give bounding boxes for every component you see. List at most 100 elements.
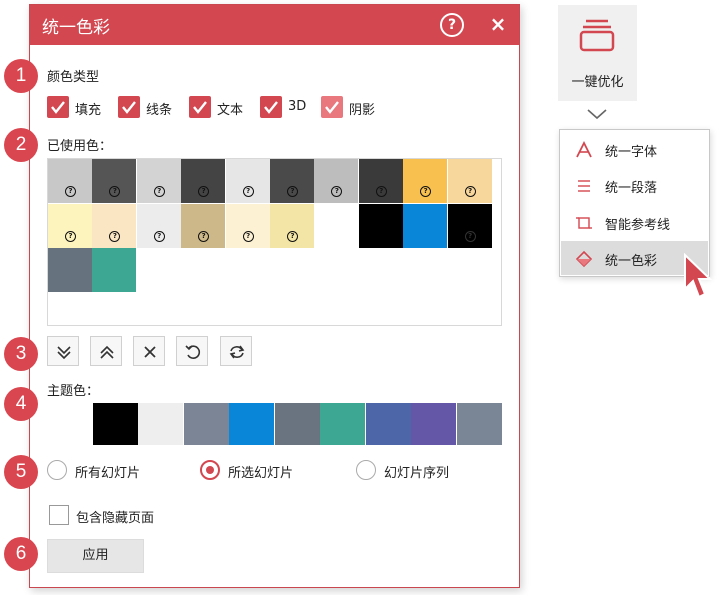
used-color-swatch[interactable]: [403, 203, 448, 248]
used-color-swatch[interactable]: [358, 203, 403, 248]
checkbox-box[interactable]: [321, 96, 343, 118]
used-color-swatch[interactable]: ?: [136, 159, 181, 203]
font-a-icon: [576, 141, 592, 158]
menu-item-label: 统一字体: [605, 145, 658, 160]
guides-icon: [576, 217, 592, 229]
unknown-mark-icon: ?: [109, 230, 121, 242]
checkbox-box[interactable]: [260, 96, 282, 118]
color-diamond-icon: [575, 250, 593, 268]
unknown-mark-icon: ?: [464, 230, 476, 242]
theme-color-swatch[interactable]: [229, 403, 274, 445]
apply-button[interactable]: 应用: [47, 539, 144, 573]
used-color-swatch[interactable]: ?: [447, 203, 492, 248]
used-color-swatch[interactable]: ?: [225, 203, 270, 248]
checkmark-icon: [122, 101, 136, 114]
used-color-swatch[interactable]: ?: [48, 203, 92, 248]
unknown-mark-icon: ?: [375, 186, 387, 197]
undo-icon: [185, 345, 201, 359]
unknown-mark-icon: ?: [65, 230, 76, 242]
unknown-mark-icon: ?: [153, 230, 165, 242]
radio-circle[interactable]: [356, 460, 376, 480]
used-color-swatch[interactable]: [314, 203, 359, 248]
refresh-button[interactable]: [220, 336, 252, 366]
radio-label: 幻灯片序列: [384, 466, 450, 481]
menu-item-label: 统一色彩: [605, 254, 658, 269]
step-marker-3: 3: [4, 337, 38, 371]
used-color-swatch[interactable]: ?: [358, 159, 403, 203]
radio-circle[interactable]: [200, 460, 220, 480]
chevron-down-icon[interactable]: [586, 108, 608, 120]
checkmark-icon: [325, 101, 339, 114]
double-chevron-up-icon: [100, 345, 114, 359]
move-down-button[interactable]: [47, 336, 79, 366]
mouse-cursor-icon: [684, 253, 713, 299]
used-color-swatch[interactable]: ?: [48, 159, 92, 203]
used-color-swatch[interactable]: [92, 248, 137, 292]
used-color-swatch[interactable]: ?: [92, 159, 137, 203]
dialog-title: 统一色彩: [42, 18, 110, 38]
unknown-mark-icon: ?: [242, 186, 254, 197]
step-marker-1: 1: [4, 59, 38, 93]
theme-color-swatch[interactable]: [365, 403, 411, 445]
theme-color-swatch[interactable]: [411, 403, 456, 445]
theme-colors-row: [47, 403, 502, 445]
used-color-swatch[interactable]: ?: [181, 203, 226, 248]
menu-item[interactable]: 智能参考线: [561, 205, 708, 239]
unknown-mark-icon: ?: [420, 186, 432, 197]
used-colors-grid: ?????????????????: [47, 158, 502, 326]
layers-icon: [579, 19, 615, 52]
menu-item-label: 统一段落: [605, 181, 658, 196]
checkbox-box[interactable]: [189, 96, 211, 118]
checkbox-label: 阴影: [349, 103, 376, 118]
theme-color-swatch[interactable]: [183, 403, 229, 445]
menu-item[interactable]: 统一字体: [561, 132, 708, 166]
theme-colors-label: 主题色：: [47, 384, 100, 399]
menu-item[interactable]: 统一段落: [561, 168, 708, 202]
used-color-swatch[interactable]: ?: [225, 159, 270, 203]
checkbox-box[interactable]: [118, 96, 140, 118]
one-click-optimize-button[interactable]: 一键优化: [558, 5, 637, 101]
radio-label: 所选幻灯片: [228, 466, 294, 481]
used-color-swatch[interactable]: ?: [314, 159, 359, 203]
theme-color-swatch[interactable]: [138, 403, 183, 445]
used-color-swatch[interactable]: ?: [403, 159, 448, 203]
unknown-mark-icon: ?: [109, 186, 121, 197]
radio-circle[interactable]: [47, 460, 67, 480]
theme-color-swatch[interactable]: [92, 403, 138, 445]
undo-button[interactable]: [176, 336, 208, 366]
close-icon[interactable]: ×: [486, 11, 510, 37]
unknown-mark-icon: ?: [287, 230, 298, 242]
checkmark-icon: [264, 101, 278, 114]
checkbox-label: 填充: [75, 103, 102, 118]
step-marker-4: 4: [4, 387, 38, 421]
theme-color-swatch[interactable]: [320, 403, 365, 445]
theme-color-swatch[interactable]: [274, 403, 320, 445]
used-colors-label: 已使用色：: [47, 139, 113, 154]
include-hidden-checkbox[interactable]: [49, 505, 69, 525]
step-marker-5: 5: [4, 455, 38, 489]
unknown-mark-icon: ?: [198, 230, 210, 242]
ribbon-button-label: 一键优化: [571, 75, 624, 90]
help-icon[interactable]: ?: [440, 13, 464, 37]
unify-color-dialog: 统一色彩 ? × 1 2 3 4 5 6 颜色类型 填充 线条 文本 3D 阴影 已使用…: [4, 4, 520, 588]
checkbox-box[interactable]: [47, 96, 69, 118]
theme-color-swatch[interactable]: [47, 403, 92, 445]
used-color-swatch[interactable]: ?: [447, 159, 492, 203]
refresh-icon: [229, 345, 245, 359]
step-marker-2: 2: [4, 128, 38, 162]
step-marker-6: 6: [4, 537, 38, 571]
checkmark-icon: [51, 101, 65, 114]
dialog-titlebar[interactable]: 统一色彩 ? ×: [30, 5, 519, 45]
unknown-mark-icon: ?: [287, 186, 298, 197]
used-color-swatch[interactable]: ?: [136, 203, 181, 248]
used-color-swatch[interactable]: ?: [270, 203, 314, 248]
move-up-button[interactable]: [90, 336, 122, 366]
used-color-swatch[interactable]: [48, 248, 92, 292]
paragraph-lines-icon: [578, 180, 590, 192]
unknown-mark-icon: ?: [331, 186, 343, 197]
used-color-swatch[interactable]: ?: [92, 203, 137, 248]
theme-color-swatch[interactable]: [456, 403, 502, 445]
used-color-swatch[interactable]: ?: [270, 159, 314, 203]
delete-button[interactable]: [133, 336, 165, 366]
used-color-swatch[interactable]: ?: [181, 159, 226, 203]
